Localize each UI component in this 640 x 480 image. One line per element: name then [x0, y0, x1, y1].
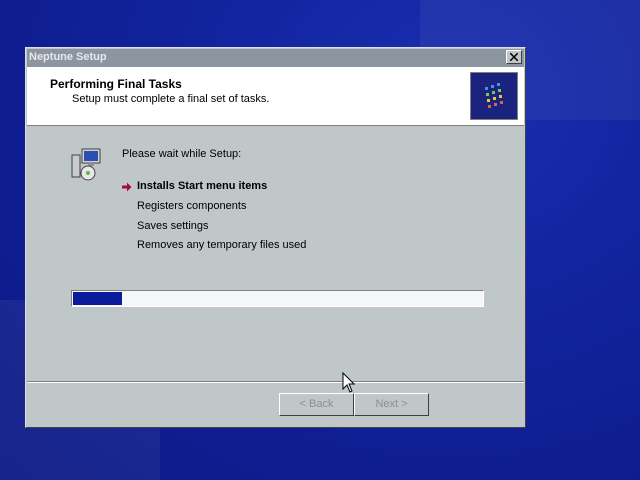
back-button[interactable]: < Back: [279, 393, 354, 416]
page-subtitle: Setup must complete a final set of tasks…: [72, 93, 270, 105]
window-title: Neptune Setup: [29, 51, 107, 63]
close-icon: [510, 53, 518, 61]
wizard-header: Performing Final Tasks Setup must comple…: [27, 67, 524, 126]
installer-computer-icon: [70, 147, 104, 181]
mouse-cursor-icon: [342, 372, 356, 393]
task-register-components: Registers components: [137, 200, 247, 212]
current-task-arrow-icon: [122, 182, 132, 192]
footer-divider-highlight: [27, 382, 524, 383]
next-button[interactable]: Next >: [354, 393, 429, 416]
page-title: Performing Final Tasks: [50, 77, 182, 91]
task-save-settings: Saves settings: [137, 220, 209, 232]
progress-bar: [71, 290, 484, 307]
close-button[interactable]: [506, 50, 522, 64]
setup-dialog: Neptune Setup Performing Final Tasks Set…: [25, 47, 526, 428]
progress-fill: [73, 292, 122, 305]
title-bar[interactable]: Neptune Setup: [27, 49, 524, 67]
intro-text: Please wait while Setup:: [122, 148, 242, 160]
setup-logo-icon: [470, 72, 518, 120]
task-remove-temp-files: Removes any temporary files used: [137, 239, 307, 251]
task-install-start-menu: Installs Start menu items: [137, 180, 268, 192]
